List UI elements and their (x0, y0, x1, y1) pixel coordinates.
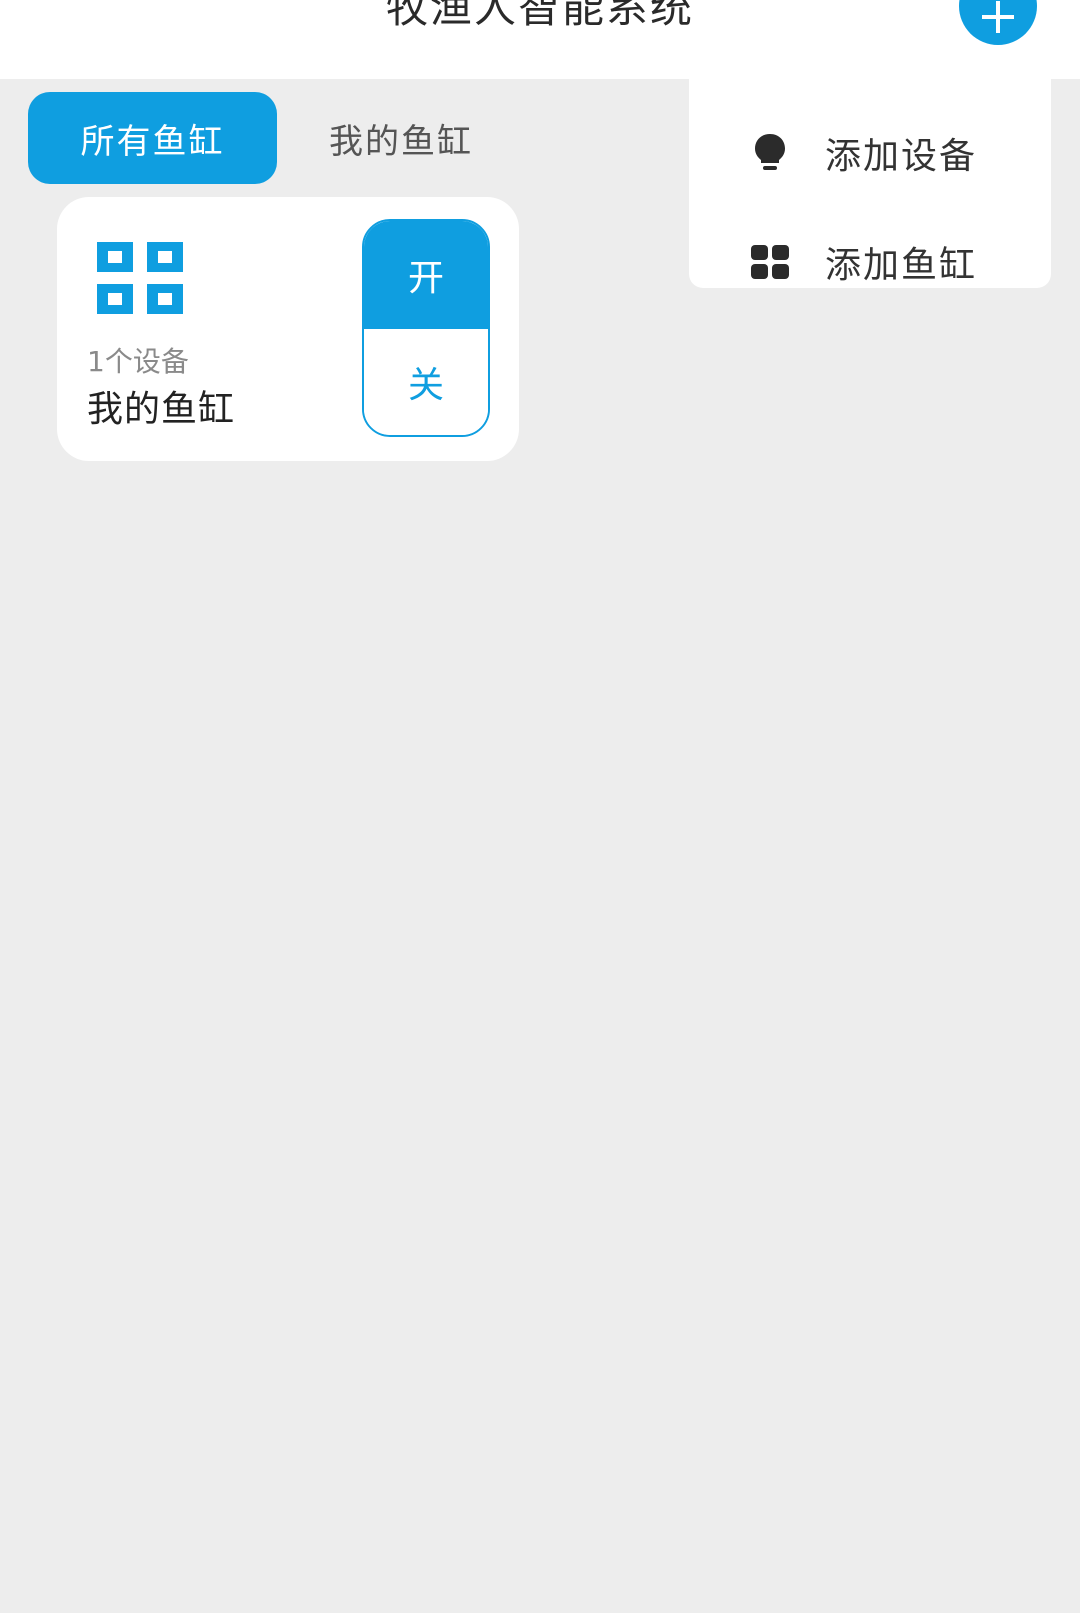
menu-item-label: 添加设备 (825, 136, 978, 177)
add-dropdown-menu: 添加设备 添加鱼缸 (689, 79, 1051, 288)
toggle-on-button[interactable]: 开 (364, 221, 488, 329)
menu-item-label: 添加鱼缸 (825, 245, 978, 286)
app-header: 牧渔人智能系统 (0, 0, 1080, 79)
add-button[interactable] (959, 0, 1037, 45)
plus-icon (982, 1, 1014, 33)
app-title: 牧渔人智能系统 (385, 0, 694, 32)
menu-item-add-tank[interactable]: 添加鱼缸 (689, 212, 1051, 312)
power-toggle: 开 关 (362, 219, 490, 437)
tab-my-tanks[interactable]: 我的鱼缸 (296, 92, 506, 184)
lightbulb-icon (750, 133, 790, 173)
tank-card[interactable]: 1个设备 我的鱼缸 开 关 (57, 197, 519, 461)
grid-icon (97, 242, 183, 314)
grid-icon (750, 242, 790, 282)
device-count: 1个设备 (87, 345, 189, 378)
tab-all-tanks[interactable]: 所有鱼缸 (28, 92, 277, 184)
tank-name: 我的鱼缸 (87, 389, 236, 430)
toggle-off-button[interactable]: 关 (364, 329, 488, 435)
menu-item-add-device[interactable]: 添加设备 (689, 103, 1051, 203)
